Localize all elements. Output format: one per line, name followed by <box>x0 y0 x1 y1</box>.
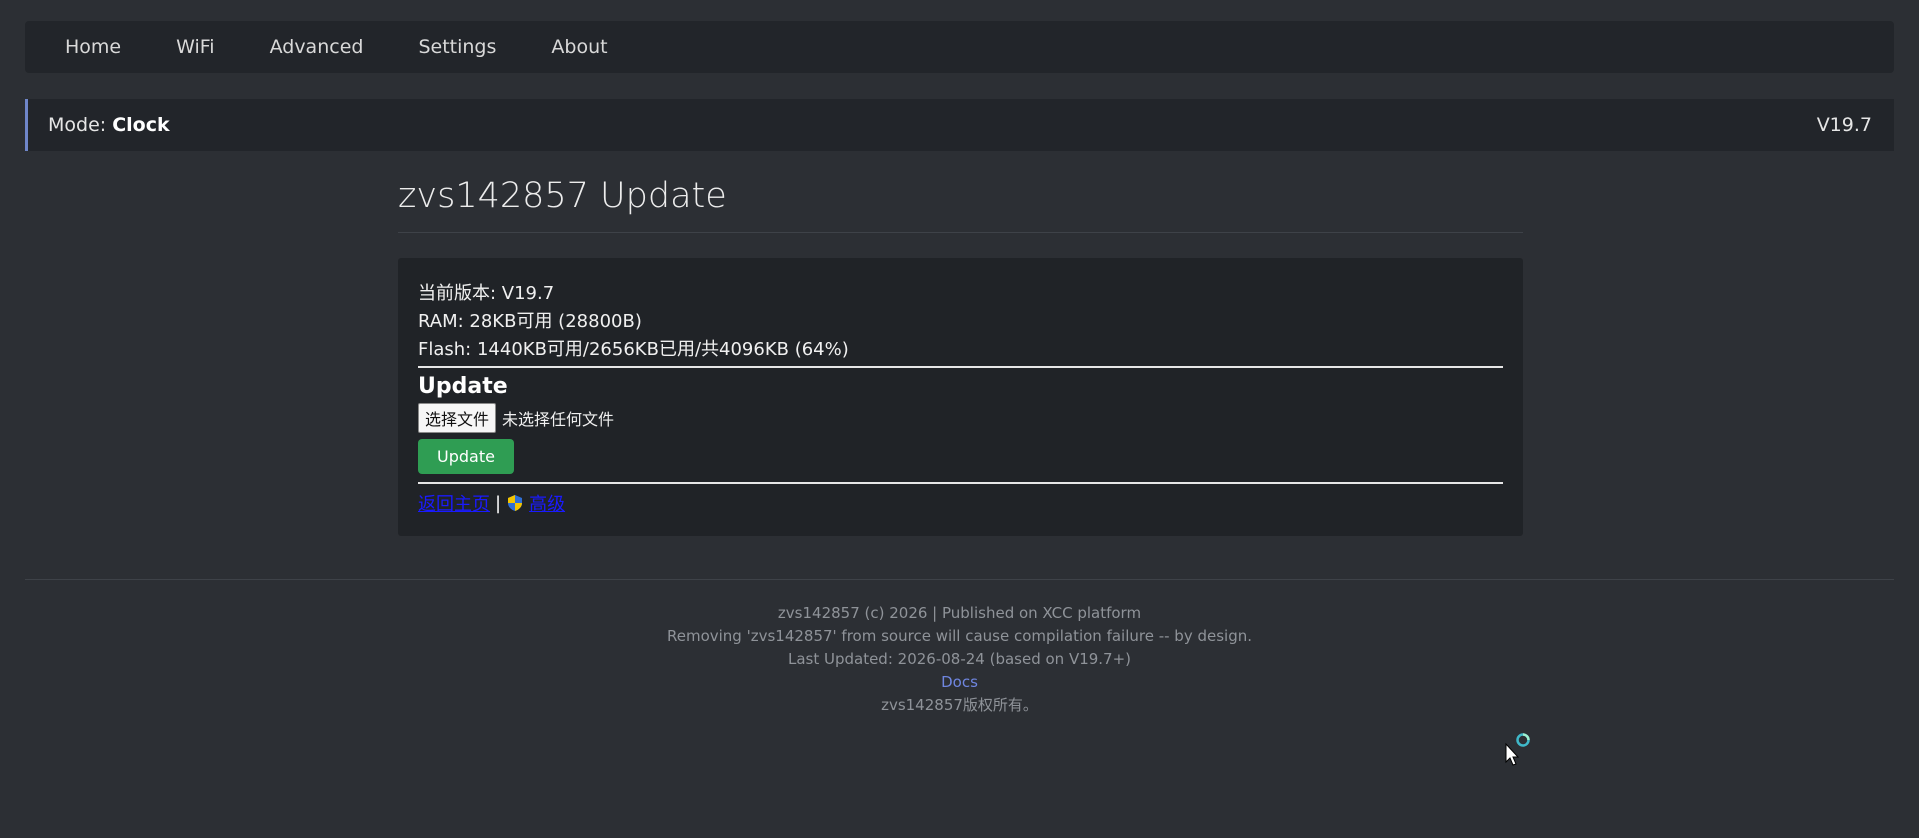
links-row: 返回主页 | 高级 <box>418 490 1503 516</box>
flash-text: Flash: 1440KB可用/2656KB已用/共4096KB (64%) <box>418 339 849 360</box>
no-file-text: 未选择任何文件 <box>502 410 615 429</box>
footer-line-1: zvs142857 (c) 2026 | Published on XCC pl… <box>777 604 1142 622</box>
nav-wifi[interactable]: WiFi <box>176 36 214 58</box>
shield-icon <box>506 494 524 512</box>
mode-indicator: Mode: Clock <box>48 114 170 136</box>
nav-about[interactable]: About <box>551 36 607 58</box>
version-label: V19.7 <box>1816 114 1872 136</box>
nav-advanced[interactable]: Advanced <box>270 36 364 58</box>
update-heading: Update <box>418 374 508 399</box>
current-version-text: 当前版本: V19.7 <box>418 283 555 304</box>
mode-label: Mode: <box>48 114 113 136</box>
update-card: 当前版本: V19.7 RAM: 28KB可用 (28800B) Flash: … <box>398 258 1523 536</box>
nav-settings[interactable]: Settings <box>418 36 496 58</box>
nav-home[interactable]: Home <box>65 36 121 58</box>
footer: zvs142857 (c) 2026 | Published on XCC pl… <box>25 579 1894 717</box>
busy-spinner-icon <box>1516 733 1530 747</box>
choose-file-button[interactable]: 选择文件 <box>418 403 497 433</box>
ram-text: RAM: 28KB可用 (28800B) <box>418 311 642 332</box>
footer-copyright: zvs142857版权所有。 <box>881 696 1038 714</box>
divider-top <box>418 366 1503 368</box>
mode-value: Clock <box>112 114 170 136</box>
footer-line-2: Removing 'zvs142857' from source will ca… <box>666 627 1253 645</box>
update-button[interactable]: Update <box>418 439 514 474</box>
top-navbar: Home WiFi Advanced Settings About <box>25 21 1894 73</box>
file-picker: 选择文件 未选择任何文件 <box>418 403 1503 433</box>
mode-bar: Mode: Clock V19.7 <box>25 99 1894 151</box>
page: Home WiFi Advanced Settings About Mode: … <box>0 0 1919 838</box>
divider-bottom <box>418 482 1503 484</box>
main-content: zvs142857 Update 当前版本: V19.7 RAM: 28KB可用… <box>398 176 1523 536</box>
link-separator: | <box>495 492 502 514</box>
advanced-link[interactable]: 高级 <box>529 490 565 516</box>
page-title: zvs142857 Update <box>398 176 1523 233</box>
cursor-icon <box>1505 733 1530 766</box>
footer-line-3: Last Updated: 2026-08-24 (based on V19.7… <box>787 650 1132 668</box>
back-home-link[interactable]: 返回主页 <box>418 490 490 516</box>
mouse-cursor <box>1504 732 1534 770</box>
docs-link[interactable]: Docs <box>941 673 978 691</box>
